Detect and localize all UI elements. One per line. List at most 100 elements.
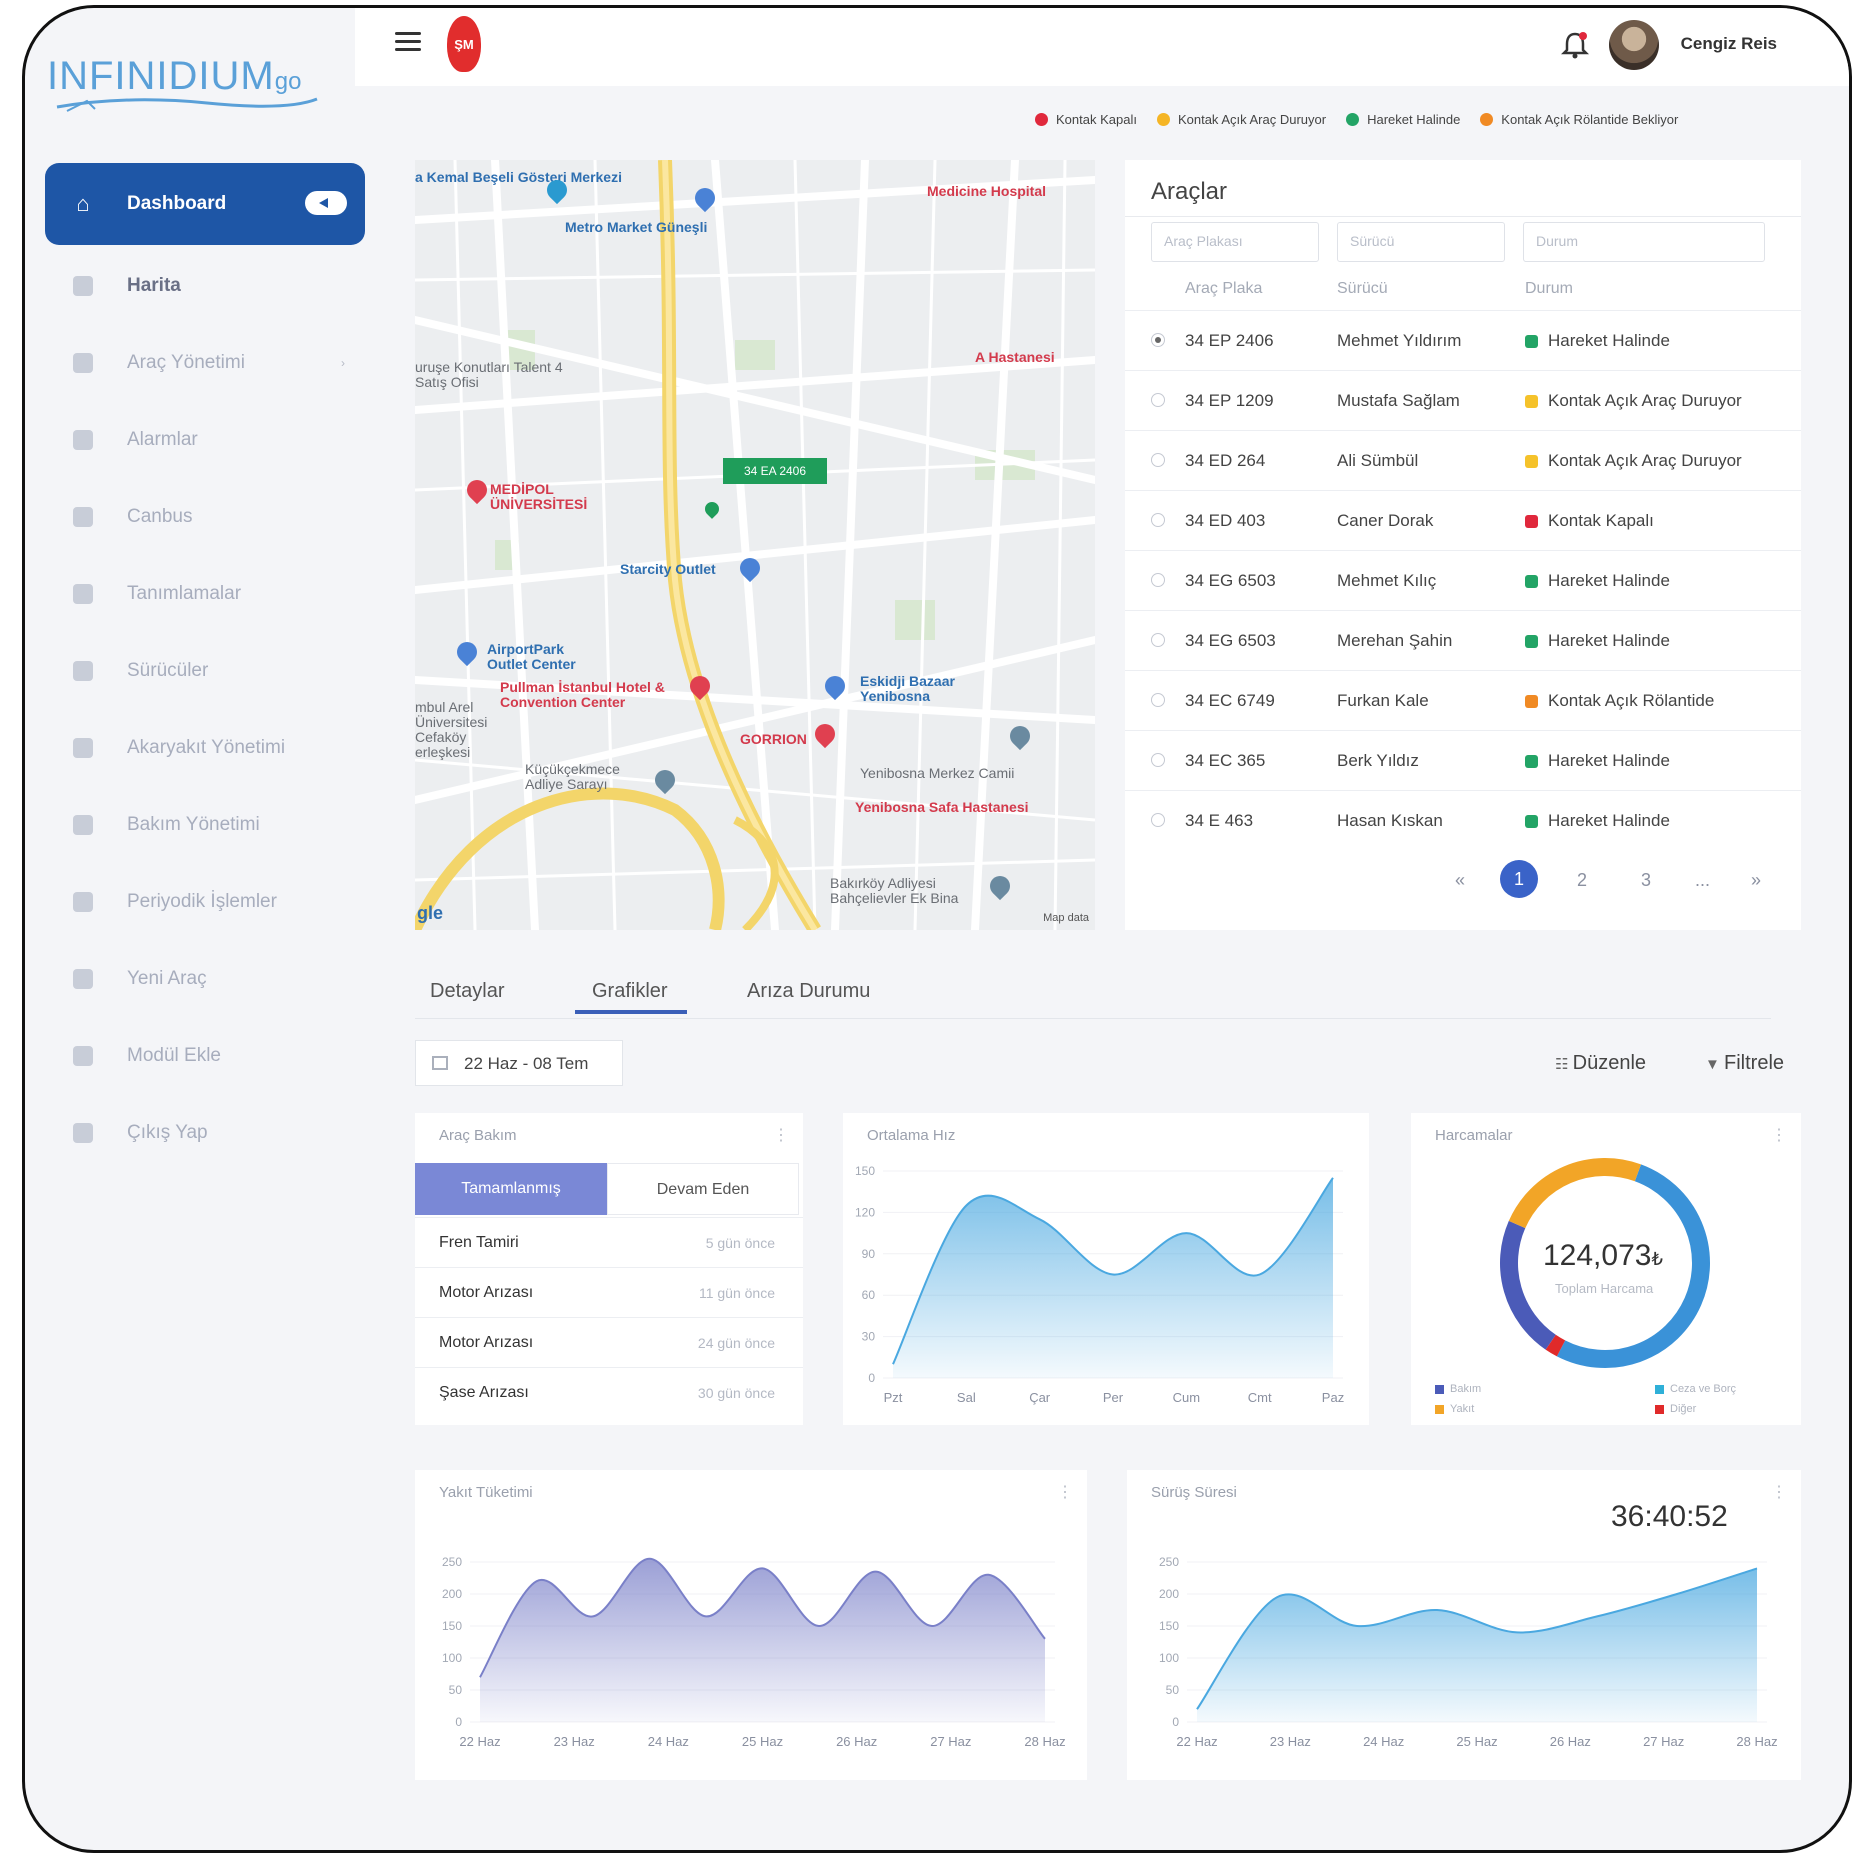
vehicle-plate: 34 ED 264	[1185, 451, 1266, 470]
sidebar-item-dashboard[interactable]: ⌂ Dashboard	[45, 163, 365, 245]
table-row[interactable]: 34 EC 365 Berk Yıldız Hareket Halinde	[1125, 730, 1801, 790]
sidebar-item-maintenance[interactable]: Bakım Yönetimi	[45, 786, 365, 863]
x-tick-label: Sal	[957, 1390, 976, 1405]
status-badge: Hareket Halinde	[1525, 631, 1670, 651]
sidebar-item-add-module[interactable]: Modül Ekle	[45, 1017, 365, 1094]
maintenance-age: 11 gün önce	[698, 1285, 775, 1301]
sliders-icon: ☷	[1555, 1056, 1573, 1073]
pagination-page[interactable]: 2	[1577, 870, 1587, 891]
sidebar-item-logout[interactable]: Çıkış Yap	[45, 1094, 365, 1171]
plate-filter-input[interactable]: Araç Plakası	[1151, 222, 1319, 262]
pagination-first[interactable]: «	[1455, 870, 1465, 891]
sidebar-item-fuel-management[interactable]: Akaryakıt Yönetimi	[45, 709, 365, 786]
alarm-icon	[73, 429, 93, 450]
list-item[interactable]: Fren Tamiri 5 gün önce	[415, 1217, 803, 1267]
sidebar: ⌂ Dashboard Harita Araç Yönetimi › Alarml…	[45, 163, 365, 1171]
tab-charts[interactable]: Grafikler	[592, 980, 668, 1003]
calendar-icon	[73, 891, 93, 912]
vehicle-plate: 34 EC 6749	[1185, 691, 1275, 710]
vehicle-marker[interactable]: 34 EA 2406	[723, 458, 827, 484]
series-area	[480, 1558, 1045, 1722]
notification-bell-icon[interactable]	[1560, 30, 1590, 60]
fuel-icon	[73, 737, 93, 758]
pagination-last[interactable]: »	[1751, 870, 1761, 891]
municipality-emblem: ŞM	[447, 16, 481, 72]
date-range-picker[interactable]: 22 Haz - 08 Tem	[415, 1040, 623, 1086]
more-options-icon[interactable]: ⋮	[773, 1125, 789, 1145]
sidebar-item-vehicle-management[interactable]: Araç Yönetimi ›	[45, 324, 365, 401]
list-item[interactable]: Motor Arızası 11 gün önce	[415, 1267, 803, 1317]
row-select-radio[interactable]	[1151, 633, 1165, 647]
pagination-page[interactable]: 3	[1641, 870, 1651, 891]
row-select-radio[interactable]	[1151, 753, 1165, 767]
map-label: gle	[417, 903, 444, 923]
row-select-radio[interactable]	[1151, 513, 1165, 527]
table-row[interactable]: 34 EP 2406 Mehmet Yıldırım Hareket Halinde	[1125, 310, 1801, 370]
row-select-radio[interactable]	[1151, 813, 1165, 827]
avatar[interactable]	[1609, 20, 1659, 70]
status-legend: Kontak Kapalı Kontak Açık Araç Duruyor H…	[1035, 112, 1678, 127]
sidebar-item-canbus[interactable]: Canbus	[45, 478, 365, 555]
status-filter-select[interactable]: Durum	[1523, 222, 1765, 262]
sidebar-item-label: Araç Yönetimi	[127, 351, 245, 373]
row-select-radio[interactable]	[1151, 393, 1165, 407]
sidebar-item-definitions[interactable]: Tanımlamalar	[45, 555, 365, 632]
table-row[interactable]: 34 EC 6749 Furkan Kale Kontak Açık Rölanti…	[1125, 670, 1801, 730]
y-tick-label: 250	[442, 1555, 462, 1569]
row-select-radio[interactable]	[1151, 573, 1165, 587]
tab-fault-status[interactable]: Arıza Durumu	[747, 980, 870, 1003]
vehicle-plate: 34 ED 403	[1185, 511, 1266, 530]
legend-item: Yakıt	[1435, 1403, 1474, 1415]
map-label: A Hastanesi	[975, 349, 1055, 365]
edit-button[interactable]: ☷ Düzenle	[1555, 1052, 1646, 1075]
status-badge: Hareket Halinde	[1525, 811, 1670, 831]
list-item[interactable]: Motor Arızası 24 gün önce	[415, 1317, 803, 1367]
pagination-page-current[interactable]: 1	[1500, 860, 1538, 898]
table-row[interactable]: 34 EG 6503 Mehmet Kılıç Hareket Halinde	[1125, 550, 1801, 610]
sidebar-item-label: Akaryakıt Yönetimi	[127, 736, 286, 758]
menu-icon[interactable]	[395, 32, 421, 52]
table-row[interactable]: 34 E 463 Hasan Kıskan Hareket Halinde	[1125, 790, 1801, 850]
filter-button[interactable]: ▼ Filtrele	[1705, 1052, 1784, 1075]
table-row[interactable]: 34 ED 264 Ali Sümbül Kontak Açık Araç Duru…	[1125, 430, 1801, 490]
map-attribution: Map data	[1043, 912, 1089, 924]
status-badge: Hareket Halinde	[1525, 331, 1670, 351]
row-select-radio[interactable]	[1151, 453, 1165, 467]
x-tick-label: Cmt	[1248, 1390, 1272, 1405]
map-label: Küçükçekmece Adliye Sarayı	[525, 761, 620, 792]
map-label: Starcity Outlet	[620, 561, 716, 577]
map-label: a Kemal Beşeli Gösteri Merkezi	[415, 169, 622, 185]
date-range-value: 22 Haz - 08 Tem	[464, 1054, 589, 1073]
map-view[interactable]: a Kemal Beşeli Gösteri Merkezi Metro Mar…	[415, 160, 1095, 930]
tab-completed[interactable]: Tamamlanmış	[415, 1163, 607, 1215]
sidebar-item-alarms[interactable]: Alarmlar	[45, 401, 365, 478]
user-name[interactable]: Cengiz Reis	[1681, 34, 1777, 54]
map-label: Yenibosna Merkez Camii	[860, 765, 1015, 781]
vehicle-plate: 34 EP 1209	[1185, 391, 1274, 410]
status-badge: Kontak Açık Rölantide	[1525, 691, 1714, 711]
list-item[interactable]: Şase Arızası 30 gün önce	[415, 1367, 803, 1417]
sidebar-item-drivers[interactable]: Sürücüler	[45, 632, 365, 709]
vehicle-driver: Caner Dorak	[1337, 511, 1434, 530]
sidebar-collapse-toggle[interactable]	[305, 191, 347, 215]
row-select-radio[interactable]	[1151, 333, 1165, 347]
table-row[interactable]: 34 EG 6503 Merehan Şahin Hareket Halinde	[1125, 610, 1801, 670]
maintenance-card: Araç Bakım ⋮ Tamamlanmış Devam Eden Fren…	[415, 1113, 803, 1425]
column-header: Durum	[1525, 280, 1574, 297]
y-tick-label: 250	[1159, 1555, 1179, 1569]
sidebar-item-map[interactable]: Harita	[45, 247, 365, 324]
tab-in-progress[interactable]: Devam Eden	[607, 1163, 799, 1215]
column-header: Sürücü	[1337, 280, 1388, 297]
x-tick-label: 25 Haz	[742, 1734, 783, 1749]
table-row[interactable]: 34 ED 403 Caner Dorak Kontak Kapalı	[1125, 490, 1801, 550]
tab-details[interactable]: Detaylar	[430, 980, 504, 1003]
table-row[interactable]: 34 EP 1209 Mustafa Sağlam Kontak Açık Araç…	[1125, 370, 1801, 430]
vehicle-driver: Mustafa Sağlam	[1337, 391, 1460, 410]
maintenance-name: Fren Tamiri	[439, 1234, 519, 1251]
driver-filter-input[interactable]: Sürücü	[1337, 222, 1505, 262]
map-label: MEDİPOL ÜNİVERSİTESİ	[490, 481, 588, 512]
sidebar-item-new-vehicle[interactable]: Yeni Araç	[45, 940, 365, 1017]
row-select-radio[interactable]	[1151, 693, 1165, 707]
map-label: Medicine Hospital	[927, 183, 1047, 199]
sidebar-item-periodic[interactable]: Periyodik İşlemler	[45, 863, 365, 940]
